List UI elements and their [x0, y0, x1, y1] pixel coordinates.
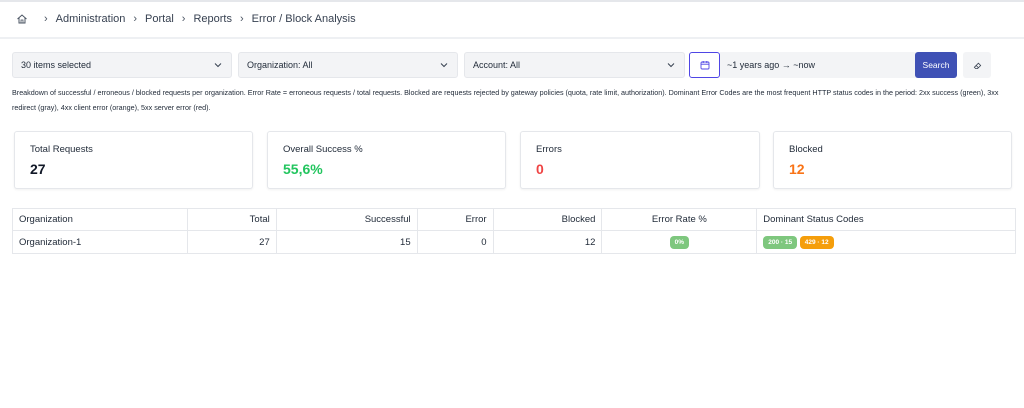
organization-select-value: Organization: All — [247, 60, 313, 70]
breadcrumb-current: Error / Block Analysis — [251, 13, 356, 25]
card-label: Errors — [536, 144, 562, 155]
top-border — [0, 0, 1024, 2]
header-divider — [0, 37, 1024, 39]
error-analysis-table: Organization Total Successful Error Bloc… — [12, 208, 1016, 254]
eraser-icon — [973, 62, 981, 69]
breadcrumb: › Administration › Portal › Reports › Er… — [16, 11, 356, 27]
calendar-icon — [700, 61, 709, 70]
account-select[interactable]: Account: All — [464, 52, 685, 78]
card-value: 55,6% — [283, 161, 323, 177]
cell-error: 0 — [416, 230, 494, 254]
chevron-down-icon — [667, 63, 675, 68]
breadcrumb-reports[interactable]: Reports — [193, 13, 232, 25]
breadcrumb-administration[interactable]: Administration — [56, 13, 126, 25]
table-header-row: Organization Total Successful Error Bloc… — [12, 208, 1016, 231]
column-header-status-codes[interactable]: Dominant Status Codes — [756, 208, 1016, 231]
cell-status-codes: 200 · 15 429 · 12 — [756, 230, 1016, 254]
home-icon[interactable] — [16, 13, 28, 25]
breadcrumb-portal[interactable]: Portal — [145, 13, 174, 25]
chevron-right-icon: › — [240, 13, 244, 25]
card-label: Total Requests — [30, 144, 93, 155]
card-label: Overall Success % — [283, 144, 363, 155]
column-header-organization[interactable]: Organization — [12, 208, 188, 231]
date-range-input[interactable]: ~1 years ago → ~now — [720, 52, 916, 78]
column-header-error[interactable]: Error — [416, 208, 494, 231]
date-picker-button[interactable] — [689, 52, 720, 78]
card-value: 12 — [789, 161, 805, 177]
account-select-value: Account: All — [473, 60, 521, 70]
chevron-right-icon: › — [181, 13, 186, 25]
cell-organization: Organization-1 — [12, 230, 188, 254]
cell-total: 27 — [186, 230, 277, 254]
chevron-down-icon — [440, 63, 448, 68]
organization-select[interactable]: Organization: All — [238, 52, 458, 78]
table-row[interactable]: Organization-1 27 15 0 12 0% 200 · 15 42… — [12, 230, 1016, 254]
card-overall-success: Overall Success % 55,6% — [267, 131, 506, 189]
card-blocked: Blocked 12 — [773, 131, 1012, 189]
clear-filters-button[interactable] — [963, 52, 991, 78]
error-rate-badge: 0% — [669, 235, 690, 249]
column-header-total[interactable]: Total — [186, 208, 277, 231]
column-header-blocked[interactable]: Blocked — [492, 208, 603, 231]
card-value: 0 — [536, 161, 544, 177]
chevron-right-icon: › — [44, 13, 48, 25]
card-errors: Errors 0 — [520, 131, 760, 189]
search-button[interactable]: Search — [915, 52, 957, 78]
cell-blocked: 12 — [492, 230, 603, 254]
card-total-requests: Total Requests 27 — [14, 131, 253, 189]
cell-error-rate: 0% — [601, 230, 758, 254]
column-header-error-rate[interactable]: Error Rate % — [601, 208, 758, 231]
items-select-value: 30 items selected — [21, 60, 92, 70]
status-code-badge-2xx: 200 · 15 — [763, 235, 798, 249]
chevron-down-icon — [214, 63, 222, 68]
card-value: 27 — [30, 161, 46, 177]
column-header-successful[interactable]: Successful — [275, 208, 418, 231]
card-label: Blocked — [789, 144, 823, 155]
chevron-right-icon: › — [133, 13, 138, 25]
items-select[interactable]: 30 items selected — [12, 52, 232, 78]
status-code-badge-4xx: 429 · 12 — [799, 235, 834, 249]
report-description: Breakdown of successful / erroneous / bl… — [12, 88, 999, 112]
cell-successful: 15 — [275, 230, 418, 254]
